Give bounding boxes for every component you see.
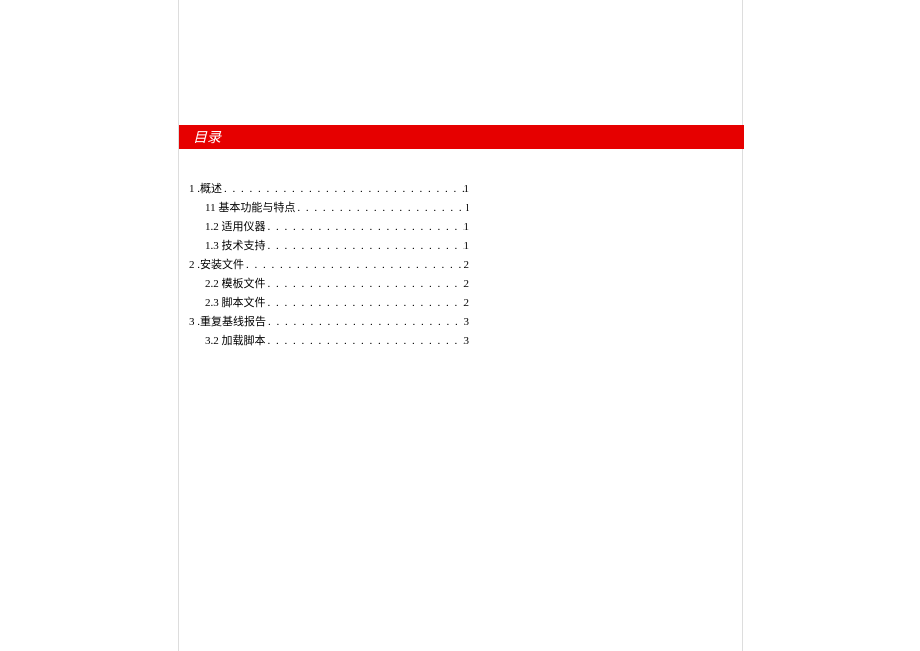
toc-header-bar: 目录 xyxy=(179,125,744,149)
toc-entry-label: 1.3 技术支持 xyxy=(205,237,266,255)
toc-header-title: 目录 xyxy=(193,127,221,147)
toc-entry: 3 .重复基线报告 . . . . . . . . . . . . . . . … xyxy=(189,313,469,331)
toc-entry-page: 2 xyxy=(464,294,470,312)
toc-entry-dots: . . . . . . . . . . . . . . . . . . . . … xyxy=(244,256,464,274)
toc-entry-label: 3 .重复基线报告 xyxy=(189,313,266,331)
toc-entry-page: 1 xyxy=(464,218,470,236)
toc-entry-label: 2.3 脚本文件 xyxy=(205,294,266,312)
toc-entry-dots: . . . . . . . . . . . . . . . . . . . . … xyxy=(266,275,464,293)
toc-entry: 3.2 加载脚本 . . . . . . . . . . . . . . . .… xyxy=(189,332,469,350)
toc-entry-page: 3 xyxy=(464,332,470,350)
toc-entry-dots: . . . . . . . . . . . . . . . . . . . . … xyxy=(266,294,464,312)
toc-entry: 11 基本功能与特点 . . . . . . . . . . . . . . .… xyxy=(189,199,469,217)
toc-entry: 1.2 适用仪器 . . . . . . . . . . . . . . . .… xyxy=(189,218,469,236)
toc-entry-label: 1 .概述 xyxy=(189,180,222,198)
toc-list: 1 .概述 . . . . . . . . . . . . . . . . . … xyxy=(189,180,469,351)
toc-entry-page: 1 xyxy=(464,180,470,198)
toc-entry-page: 2 xyxy=(464,275,470,293)
toc-entry-page: 3 xyxy=(464,313,470,331)
toc-entry-dots: . . . . . . . . . . . . . . . . . . . . … xyxy=(266,237,464,255)
toc-entry-label: 1.2 适用仪器 xyxy=(205,218,266,236)
toc-entry: 2 .安装文件 . . . . . . . . . . . . . . . . … xyxy=(189,256,469,274)
toc-entry-label: 2.2 模板文件 xyxy=(205,275,266,293)
toc-entry-dots: . . . . . . . . . . . . . . . . . . . . … xyxy=(266,313,464,331)
toc-entry-dots: . . . . . . . . . . . . . . . . . . . . … xyxy=(266,332,464,350)
toc-entry-label: 3.2 加载脚本 xyxy=(205,332,266,350)
toc-entry-page: 1 xyxy=(464,237,470,255)
toc-entry: 1.3 技术支持 . . . . . . . . . . . . . . . .… xyxy=(189,237,469,255)
toc-entry-page: l xyxy=(466,199,469,217)
toc-entry-label: 2 .安装文件 xyxy=(189,256,244,274)
toc-entry: 2.2 模板文件 . . . . . . . . . . . . . . . .… xyxy=(189,275,469,293)
toc-entry-label: 11 基本功能与特点 xyxy=(205,199,295,217)
toc-entry: 1 .概述 . . . . . . . . . . . . . . . . . … xyxy=(189,180,469,198)
toc-entry-page: 2 xyxy=(464,256,470,274)
toc-entry-dots: . . . . . . . . . . . . . . . . . . . . … xyxy=(295,199,466,217)
toc-entry-dots: . . . . . . . . . . . . . . . . . . . . … xyxy=(266,218,464,236)
toc-entry: 2.3 脚本文件 . . . . . . . . . . . . . . . .… xyxy=(189,294,469,312)
toc-entry-dots: . . . . . . . . . . . . . . . . . . . . … xyxy=(222,180,464,198)
document-page: 目录 1 .概述 . . . . . . . . . . . . . . . .… xyxy=(178,0,743,651)
